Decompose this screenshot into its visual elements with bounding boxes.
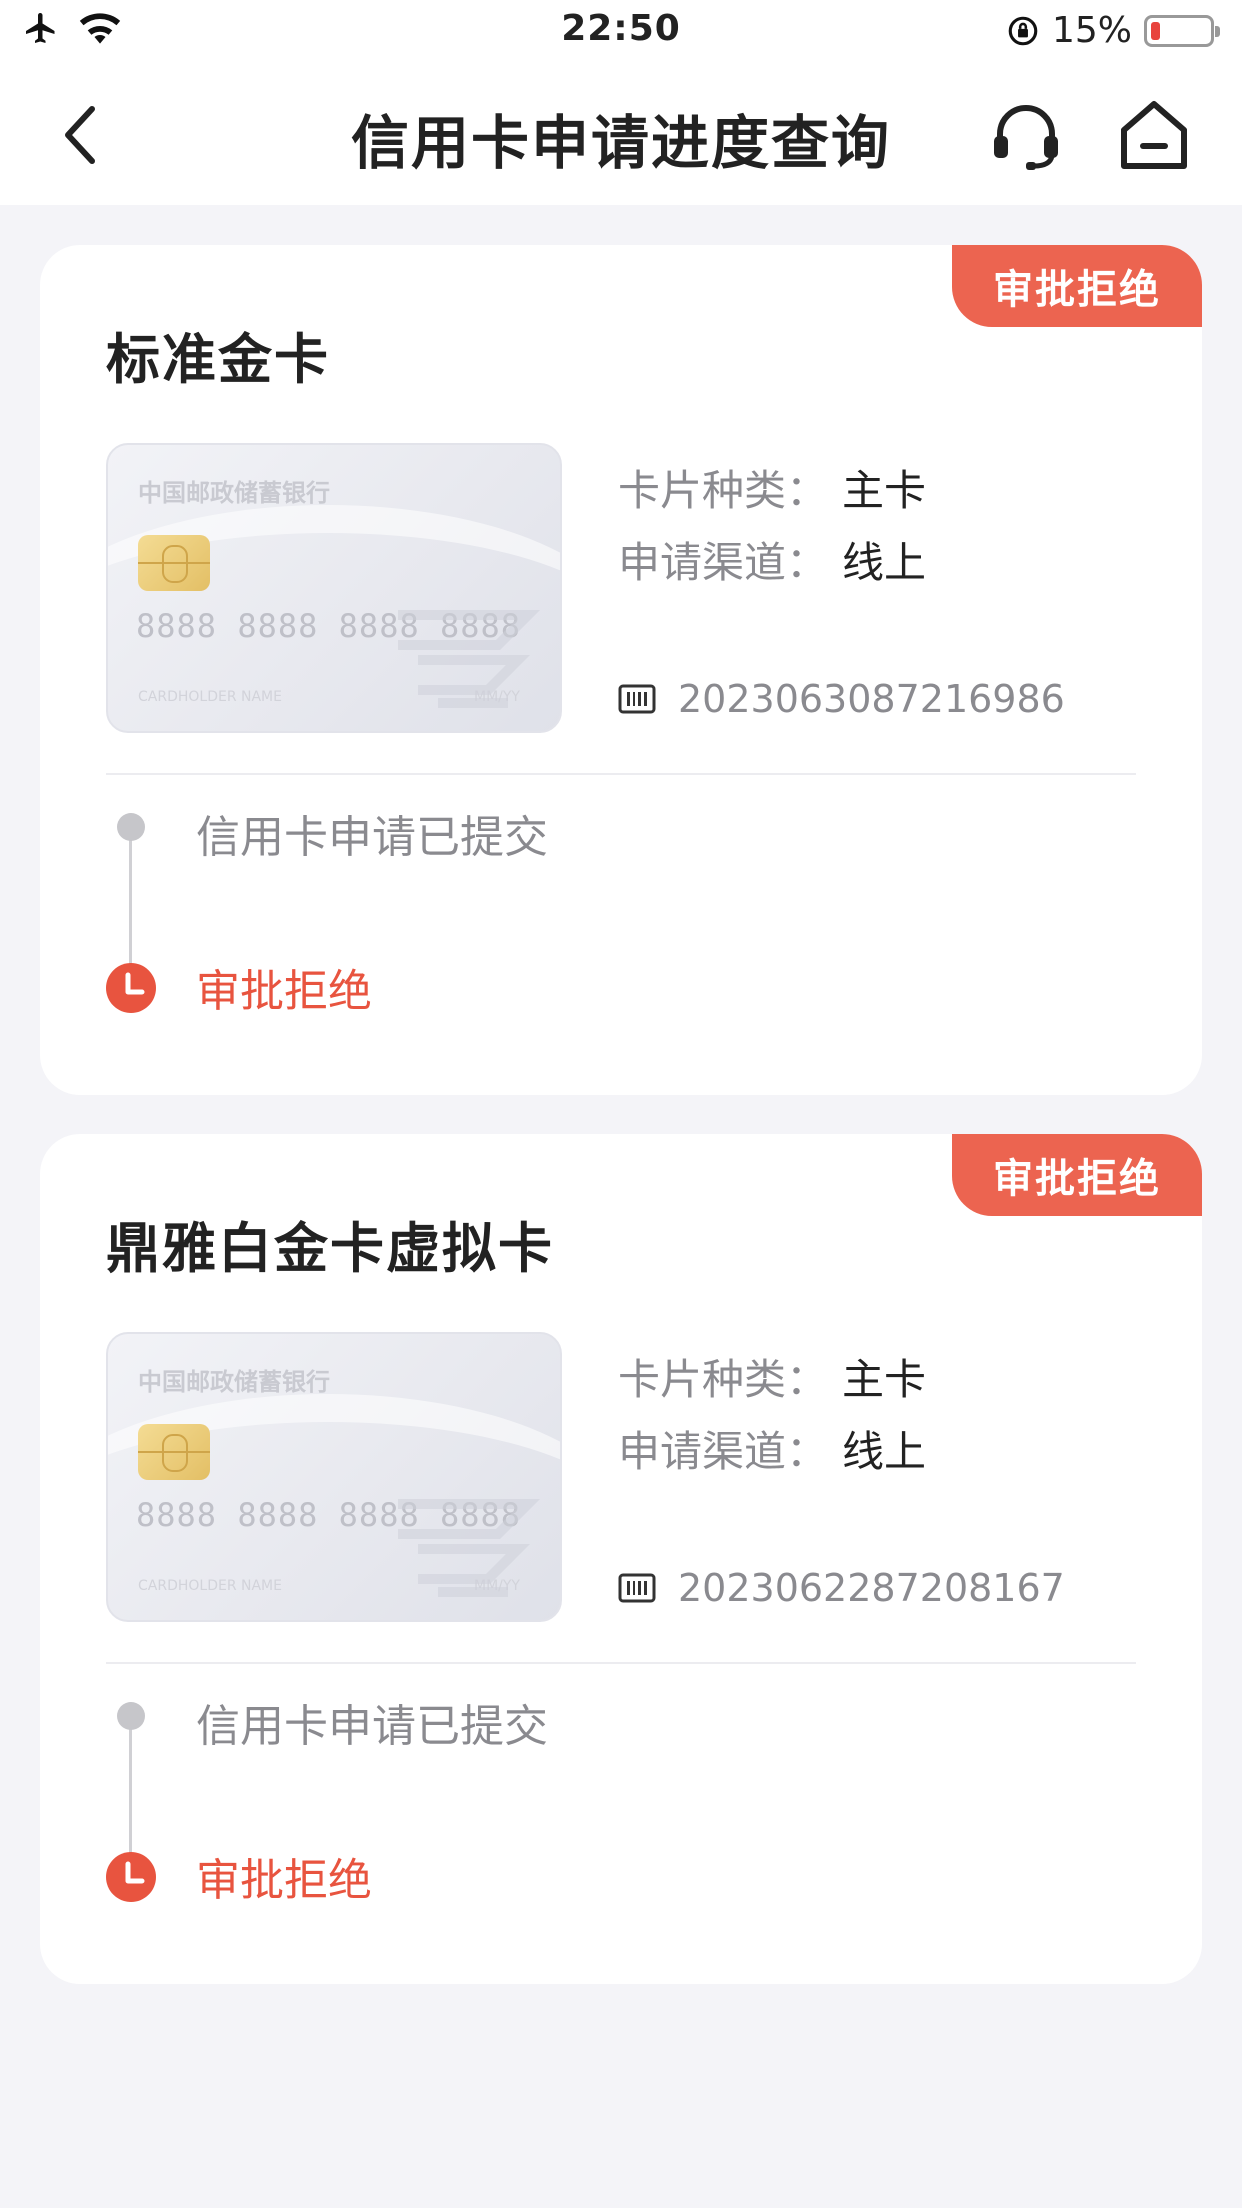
card-type-value: 主卡 [842, 466, 927, 515]
timeline-step-rejected: 审批拒绝 [196, 1855, 372, 1906]
channel-value: 线上 [842, 1427, 927, 1476]
headset-icon [994, 105, 1058, 170]
application-card[interactable]: 审批拒绝 标准金卡 中国邮政储蓄银行 8888 8888 8888 8888 C… [40, 245, 1202, 1095]
channel-label: 申请渠道： [618, 538, 829, 587]
nav-bar: 信用卡申请进度查询 [0, 62, 1242, 205]
channel-row: 申请渠道： 线上 [618, 529, 926, 590]
card-type-row: 卡片种类： 主卡 [618, 1346, 926, 1407]
reference-row: 2023062287208167 [618, 1566, 1065, 1610]
customer-service-button[interactable] [988, 98, 1064, 174]
status-right: 15% [1006, 10, 1220, 51]
timeline-step-rejected: 审批拒绝 [196, 966, 372, 1017]
timeline-dot [117, 813, 145, 841]
timeline-step-submitted: 信用卡申请已提交 [196, 1701, 548, 1752]
battery-percent: 15% [1051, 10, 1132, 51]
card-type-value: 主卡 [842, 1355, 927, 1404]
battery-level [1151, 21, 1160, 40]
card-type-label: 卡片种类： [618, 1355, 829, 1404]
card-bank-name: 中国邮政储蓄银行 [138, 1368, 330, 1396]
timeline-step-submitted: 信用卡申请已提交 [196, 812, 548, 863]
channel-value: 线上 [842, 538, 927, 587]
chip-icon [138, 535, 210, 591]
chip-icon [138, 1424, 210, 1480]
status-badge: 审批拒绝 [952, 245, 1202, 327]
clock-icon [106, 1852, 156, 1902]
timeline-line [129, 1714, 132, 1869]
channel-row: 申请渠道： 线上 [618, 1418, 926, 1479]
orientation-lock-icon [1008, 16, 1038, 45]
card-type-label: 卡片种类： [618, 466, 829, 515]
barcode-icon [618, 684, 656, 714]
barcode-icon [618, 1573, 656, 1603]
cardholder-label: CARDHOLDER NAME [138, 689, 282, 705]
reference-number: 2023062287208167 [678, 1566, 1065, 1610]
bank-logo-icon [398, 610, 541, 708]
home-button[interactable] [1116, 96, 1192, 174]
card-image: 中国邮政储蓄银行 8888 8888 8888 8888 CARDHOLDER … [106, 1332, 562, 1622]
reference-row: 2023063087216986 [618, 677, 1065, 721]
status-bar: 22:50 15% [0, 0, 1242, 62]
clock-icon [106, 963, 156, 1013]
channel-label: 申请渠道： [618, 1427, 829, 1476]
bank-logo-icon [398, 1499, 541, 1597]
screen: 22:50 15% 信用卡申请进度查询 审批拒绝 标准金卡 中国邮政储蓄银行 8… [0, 0, 1242, 2208]
battery-icon [1144, 14, 1220, 47]
top-bar: 22:50 15% 信用卡申请进度查询 [0, 0, 1242, 205]
card-bank-name: 中国邮政储蓄银行 [138, 479, 330, 507]
timeline-line [129, 825, 132, 980]
card-product-name: 鼎雅白金卡虚拟卡 [106, 1217, 554, 1280]
status-badge: 审批拒绝 [952, 1134, 1202, 1216]
reference-number: 2023063087216986 [678, 677, 1065, 721]
card-image: 中国邮政储蓄银行 8888 8888 8888 8888 CARDHOLDER … [106, 443, 562, 733]
cardholder-label: CARDHOLDER NAME [138, 1578, 282, 1594]
divider [106, 773, 1136, 775]
application-card[interactable]: 审批拒绝 鼎雅白金卡虚拟卡 中国邮政储蓄银行 8888 8888 8888 88… [40, 1134, 1202, 1984]
home-icon [1121, 101, 1187, 169]
divider [106, 1662, 1136, 1664]
card-type-row: 卡片种类： 主卡 [618, 457, 926, 518]
timeline-dot [117, 1702, 145, 1730]
card-product-name: 标准金卡 [106, 328, 330, 391]
